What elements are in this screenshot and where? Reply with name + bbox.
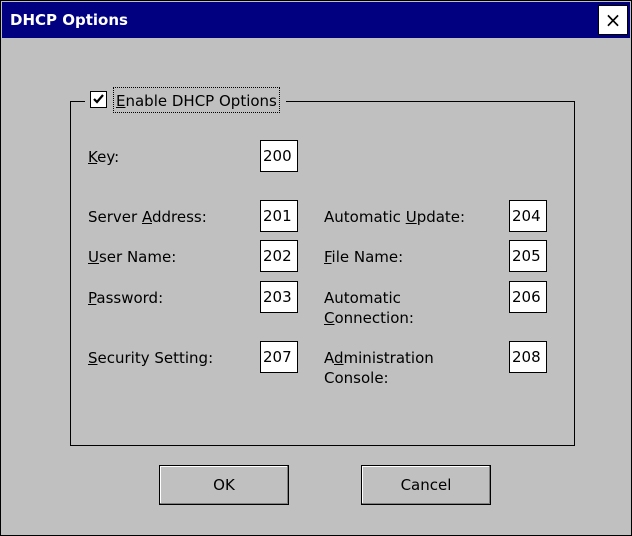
automatic-connection-field[interactable]: 206 (509, 281, 547, 313)
automatic-update-field[interactable]: 204 (509, 200, 547, 232)
server-address-label: Server Address: (88, 208, 207, 226)
administration-console-field[interactable]: 208 (509, 341, 547, 373)
automatic-connection-label: Automatic Connection: (324, 289, 414, 327)
ok-button[interactable]: OK (159, 465, 289, 505)
checkmark-icon (93, 94, 104, 104)
security-setting-label: Security Setting: (88, 349, 214, 367)
key-label: Key: (88, 148, 120, 166)
file-name-label: File Name: (324, 248, 404, 266)
checkbox-box[interactable] (90, 91, 107, 108)
close-button[interactable]: × (598, 5, 628, 35)
security-setting-field[interactable]: 207 (260, 341, 298, 373)
password-label: Password: (88, 289, 164, 307)
dialog-title: DHCP Options (10, 11, 128, 29)
file-name-field[interactable]: 205 (509, 240, 547, 272)
administration-console-label: Administration Console: (324, 349, 434, 387)
close-icon: × (604, 8, 622, 32)
enable-dhcp-options-checkbox[interactable]: Enable DHCP Options (85, 87, 286, 113)
user-name-field[interactable]: 202 (260, 240, 298, 272)
user-name-label: User Name: (88, 248, 177, 266)
dhcp-options-dialog: DHCP Options × Enable DHCP Options Key: … (0, 0, 632, 536)
automatic-update-label: Automatic Update: (324, 208, 466, 226)
server-address-field[interactable]: 201 (260, 200, 298, 232)
key-field[interactable]: 200 (260, 140, 298, 172)
cancel-button[interactable]: Cancel (361, 465, 491, 505)
dhcp-options-groupbox (70, 101, 575, 446)
title-bar[interactable]: DHCP Options × (2, 2, 630, 38)
password-field[interactable]: 203 (260, 281, 298, 313)
enable-dhcp-options-label: Enable DHCP Options (113, 87, 280, 113)
